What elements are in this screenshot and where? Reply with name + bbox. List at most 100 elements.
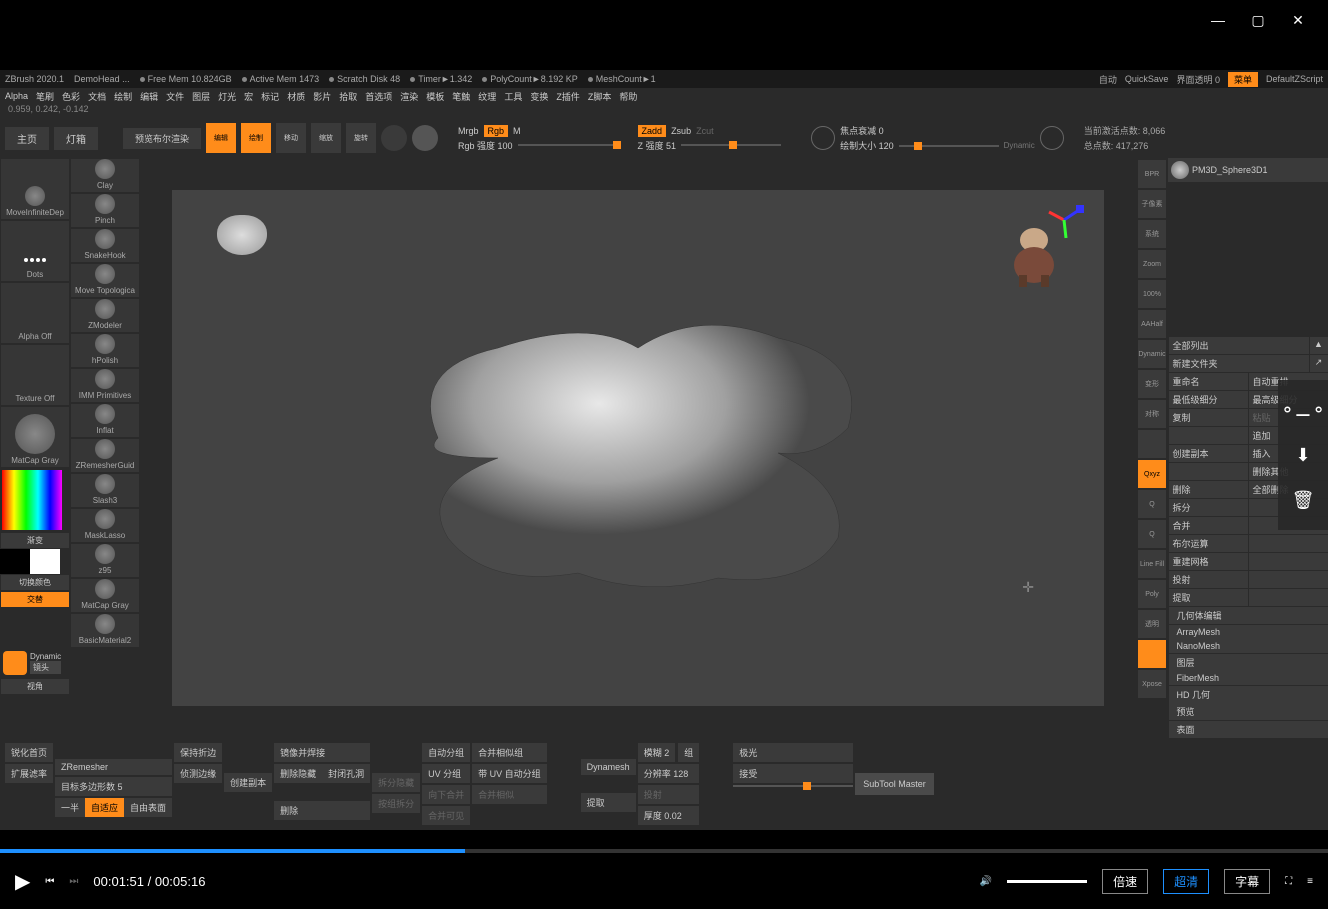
volume-slider[interactable] [1007,880,1087,883]
camera-icon[interactable] [3,651,27,675]
video-progress-bar[interactable] [0,849,1328,853]
resolution-label[interactable]: 分辨率 128 [638,764,700,783]
section-HD 几何[interactable]: HD 几何 [1169,686,1328,703]
brush-zmodeler[interactable]: ZModeler [71,299,139,332]
menu-item-17[interactable]: 笔触 [452,90,470,103]
delete-button[interactable]: 删除 [274,801,370,820]
list-all-button[interactable]: 全部列出 [1169,337,1309,354]
m-label[interactable]: M [513,126,521,136]
lightbox-tab[interactable]: 灯箱 [54,127,98,150]
draw-mode-button[interactable]: 绘制 [241,123,271,153]
keep-crease-button[interactable]: 保持折边 [174,743,222,762]
menu-item-18[interactable]: 纹理 [478,90,496,103]
menu-item-5[interactable]: 编辑 [140,90,158,103]
alpha-off[interactable]: Alpha Off [1,283,69,343]
project-label[interactable]: 投射 [638,785,700,804]
share-icon[interactable]: ⚬⚊⚬ [1283,390,1323,430]
menu-item-14[interactable]: 首选项 [365,90,392,103]
right-tool-5[interactable]: AAHalf [1138,310,1166,338]
dynamesh-button[interactable]: Dynamesh [581,759,636,775]
project-name[interactable]: DemoHead ... [74,74,130,84]
texture-off[interactable]: Texture Off [1,345,69,405]
polish-slider[interactable] [733,785,853,787]
detect-edge-button[interactable]: 侦测边缘 [174,764,222,783]
menu-item-6[interactable]: 文件 [166,90,184,103]
menu-item-8[interactable]: 灯光 [218,90,236,103]
section-预览[interactable]: 预览 [1169,703,1328,720]
brush-zremesherguid[interactable]: ZRemesherGuid [71,439,139,472]
subtool-master-button[interactable]: SubTool Master [855,773,934,795]
panel-btn-12-0[interactable]: 提取 [1169,589,1248,606]
brush-snakehook[interactable]: SnakeHook [71,229,139,262]
group-label[interactable]: 组 [678,743,699,762]
brush-inflat[interactable]: Inflat [71,404,139,437]
panel-btn-11-0[interactable]: 投射 [1169,571,1248,588]
close-button[interactable]: ✕ [1278,0,1318,40]
thickness-label[interactable]: 厚度 0.02 [638,806,700,825]
angle-label[interactable]: 视角 [1,679,69,694]
scale-mode-button[interactable]: 缩放 [311,123,341,153]
rotate-mode-button[interactable]: 旋转 [346,123,376,153]
brush-move-topologica[interactable]: Move Topologica [71,264,139,297]
brush-moveinfinite[interactable]: MoveInfiniteDep [1,159,69,219]
next-button[interactable]: ⏭ [69,876,78,887]
menu-button[interactable]: 菜单 [1228,72,1258,87]
draw-size-label[interactable]: 绘制大小 120 [840,139,894,152]
right-tool-14[interactable]: Poly [1138,580,1166,608]
menu-item-19[interactable]: 工具 [504,90,522,103]
panel-btn-2-0[interactable]: 复制 [1169,409,1248,426]
mrgb-label[interactable]: Mrgb [458,126,479,136]
right-tool-15[interactable]: 透明 [1138,610,1166,638]
zadd-button[interactable]: Zadd [638,125,667,137]
menu-item-4[interactable]: 绘制 [114,90,132,103]
brush-clay[interactable]: Clay [71,159,139,192]
right-tool-13[interactable]: Line Fill [1138,550,1166,578]
menu-item-21[interactable]: Z插件 [556,90,580,103]
split-group-button[interactable]: 按组拆分 [372,794,420,813]
fullscreen-icon[interactable]: ⛶ [1285,876,1292,887]
uv-group-button[interactable]: UV 分组 [422,764,470,783]
playlist-icon[interactable]: ≡ [1307,876,1313,887]
transparency-label[interactable]: 界面透明 0 [1176,73,1220,86]
stroke-dots[interactable]: Dots [1,221,69,281]
menu-item-9[interactable]: 宏 [244,90,253,103]
menu-item-23[interactable]: 帮助 [619,90,637,103]
menu-item-11[interactable]: 材质 [287,90,305,103]
right-tool-7[interactable]: 变形 [1138,370,1166,398]
subtool-header[interactable]: PM3D_Sphere3D1 [1168,158,1328,182]
sculptris-button[interactable] [412,125,438,151]
right-tool-1[interactable]: 子像素 [1138,190,1166,218]
speed-button[interactable]: 倍速 [1102,869,1148,894]
merge-down-button[interactable]: 向下合并 [422,785,470,804]
z-intensity-label[interactable]: Z 强度 51 [638,139,677,152]
panel-btn-8-0[interactable]: 合并 [1169,517,1248,534]
gradient-button[interactable]: 渐变 [1,533,69,548]
menu-item-16[interactable]: 模板 [426,90,444,103]
right-tool-0[interactable]: BPR [1138,160,1166,188]
quicksave-button[interactable]: QuickSave [1125,74,1169,84]
close-holes-button[interactable]: 封闭孔洞 [322,764,370,783]
panel-btn-6-0[interactable]: 删除 [1169,481,1248,498]
section-NanoMesh[interactable]: NanoMesh [1169,639,1328,653]
brush-hpolish[interactable]: hPolish [71,334,139,367]
right-tool-11[interactable]: Q [1138,490,1166,518]
auto-group-button[interactable]: 自动分组 [422,743,470,762]
menu-item-7[interactable]: 图层 [192,90,210,103]
extract-button[interactable]: 提取 [581,793,636,812]
home-tab[interactable]: 主页 [5,127,49,150]
brush-pinch[interactable]: Pinch [71,194,139,227]
arrow-up-icon[interactable]: ▲ [1310,337,1328,354]
dynamic-label[interactable]: Dynamic [1004,141,1035,150]
prev-button[interactable]: ⏮ [45,876,54,887]
quality-button[interactable]: 超清 [1163,869,1209,894]
menu-item-10[interactable]: 标记 [261,90,279,103]
section-ArrayMesh[interactable]: ArrayMesh [1169,625,1328,639]
color-main-swatch[interactable] [0,549,30,574]
menu-item-15[interactable]: 渲染 [400,90,418,103]
focal-shift-label[interactable]: 焦点衰减 0 [840,124,884,137]
canvas-viewport[interactable]: ✛ [142,160,1134,736]
minimize-button[interactable]: — [1198,0,1238,40]
rgb-intensity-label[interactable]: Rgb 强度 100 [458,139,513,152]
right-tool-12[interactable]: Q [1138,520,1166,548]
trash-icon[interactable]: 🗑 [1283,480,1323,520]
